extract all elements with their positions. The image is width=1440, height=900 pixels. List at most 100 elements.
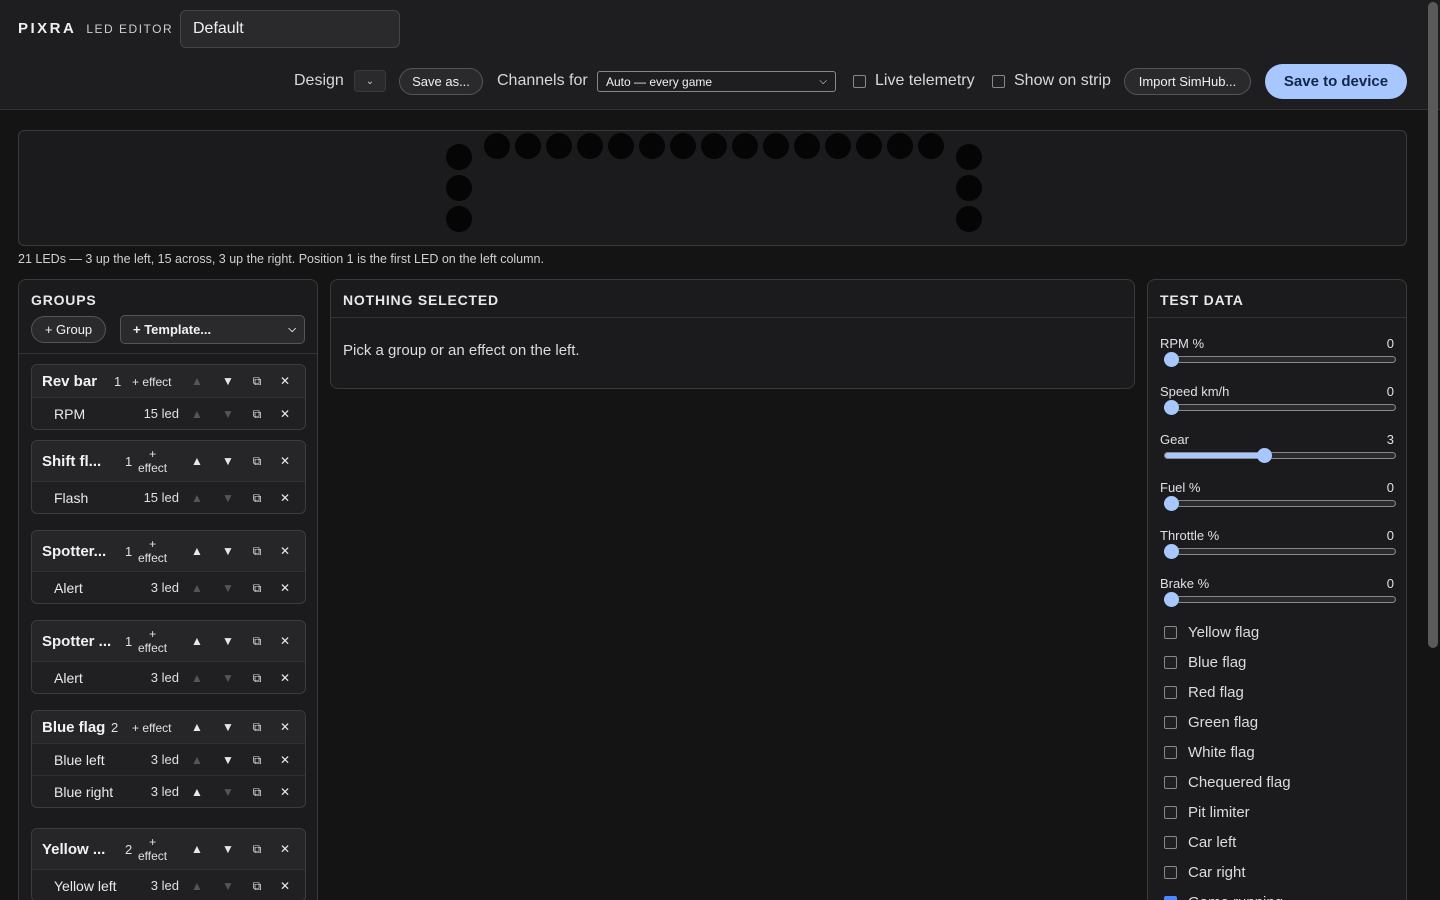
move-down-icon[interactable]: ▼: [221, 374, 235, 388]
group-header[interactable]: Blue flag 2 + effect ▲ ▼ ⧉ ✕: [32, 711, 305, 743]
flag-checkbox[interactable]: [1164, 746, 1177, 759]
flag-toggle[interactable]: Game running: [1164, 894, 1283, 900]
flag-checkbox[interactable]: [1164, 776, 1177, 789]
duplicate-icon[interactable]: ⧉: [250, 842, 264, 857]
delete-icon[interactable]: ✕: [278, 842, 292, 856]
move-down-icon[interactable]: ▼: [221, 785, 235, 799]
flag-toggle[interactable]: Chequered flag: [1164, 774, 1291, 791]
duplicate-icon[interactable]: ⧉: [250, 753, 264, 768]
delete-icon[interactable]: ✕: [278, 407, 292, 421]
delete-icon[interactable]: ✕: [278, 753, 292, 767]
effect-row[interactable]: Alert 3 led ▲ ▼ ⧉ ✕: [32, 661, 305, 693]
live-telemetry-toggle[interactable]: Live telemetry: [853, 72, 975, 90]
slider-track[interactable]: [1164, 400, 1396, 415]
duplicate-icon[interactable]: ⧉: [250, 671, 264, 686]
duplicate-icon[interactable]: ⧉: [250, 785, 264, 800]
delete-icon[interactable]: ✕: [278, 491, 292, 505]
group-header[interactable]: Rev bar 1 + effect ▲ ▼ ⧉ ✕: [32, 365, 305, 397]
flag-checkbox[interactable]: [1164, 836, 1177, 849]
move-up-icon[interactable]: ▲: [190, 785, 204, 799]
add-effect-button[interactable]: + effect: [132, 721, 171, 735]
save-as-button[interactable]: Save as...: [399, 68, 483, 95]
slider-track[interactable]: [1164, 352, 1396, 367]
flag-toggle[interactable]: Yellow flag: [1164, 624, 1259, 641]
duplicate-icon[interactable]: ⧉: [250, 634, 264, 649]
delete-icon[interactable]: ✕: [278, 879, 292, 893]
move-up-icon[interactable]: ▲: [190, 407, 204, 421]
move-down-icon[interactable]: ▼: [221, 720, 235, 734]
flag-checkbox[interactable]: [1164, 866, 1177, 879]
effect-row[interactable]: Yellow left 3 led ▲ ▼ ⧉ ✕: [32, 869, 305, 900]
group-header[interactable]: Shift fl... 1 + effect ▲ ▼ ⧉ ✕: [32, 441, 305, 481]
slider-track[interactable]: [1164, 544, 1396, 559]
duplicate-icon[interactable]: ⧉: [250, 491, 264, 506]
move-down-icon[interactable]: ▼: [221, 407, 235, 421]
add-effect-button[interactable]: + effect: [132, 375, 171, 389]
flag-toggle[interactable]: Pit limiter: [1164, 804, 1250, 821]
flag-checkbox[interactable]: [1164, 806, 1177, 819]
group-name[interactable]: Rev bar: [42, 373, 97, 390]
move-up-icon[interactable]: ▲: [190, 491, 204, 505]
flag-checkbox[interactable]: [1164, 626, 1177, 639]
preset-name-input[interactable]: [180, 10, 400, 48]
move-down-icon[interactable]: ▼: [221, 491, 235, 505]
move-down-icon[interactable]: ▼: [221, 544, 235, 558]
move-down-icon[interactable]: ▼: [221, 634, 235, 648]
flag-toggle[interactable]: Green flag: [1164, 714, 1258, 731]
slider-track[interactable]: [1164, 592, 1396, 607]
move-down-icon[interactable]: ▼: [221, 879, 235, 893]
slider-thumb[interactable]: [1164, 352, 1179, 367]
delete-icon[interactable]: ✕: [278, 374, 292, 388]
move-up-icon[interactable]: ▲: [190, 753, 204, 767]
move-down-icon[interactable]: ▼: [221, 842, 235, 856]
duplicate-icon[interactable]: ⧉: [250, 879, 264, 894]
group-header[interactable]: Yellow ... 2 + effect ▲ ▼ ⧉ ✕: [32, 829, 305, 869]
group-name[interactable]: Yellow ...: [42, 841, 105, 858]
group-name[interactable]: Spotter ...: [42, 633, 111, 650]
move-up-icon[interactable]: ▲: [190, 544, 204, 558]
duplicate-icon[interactable]: ⧉: [250, 407, 264, 422]
move-up-icon[interactable]: ▲: [190, 879, 204, 893]
flag-checkbox[interactable]: [1164, 716, 1177, 729]
move-down-icon[interactable]: ▼: [221, 671, 235, 685]
flag-checkbox[interactable]: [1164, 656, 1177, 669]
flag-checkbox[interactable]: [1164, 686, 1177, 699]
save-to-device-button[interactable]: Save to device: [1265, 64, 1407, 99]
flag-toggle[interactable]: Red flag: [1164, 684, 1244, 701]
slider-track[interactable]: [1164, 496, 1396, 511]
move-up-icon[interactable]: ▲: [190, 454, 204, 468]
flag-toggle[interactable]: White flag: [1164, 744, 1255, 761]
add-group-button[interactable]: + Group: [31, 316, 106, 343]
group-name[interactable]: Shift fl...: [42, 453, 101, 470]
design-select[interactable]: ⌄: [354, 70, 386, 92]
template-select[interactable]: + Template... ⌵: [120, 315, 305, 344]
effect-row[interactable]: RPM 15 led ▲ ▼ ⧉ ✕: [32, 397, 305, 429]
duplicate-icon[interactable]: ⧉: [250, 454, 264, 469]
move-up-icon[interactable]: ▲: [190, 581, 204, 595]
channels-select[interactable]: Auto — every game ⌵: [597, 71, 836, 92]
group-header[interactable]: Spotter ... 1 + effect ▲ ▼ ⧉ ✕: [32, 621, 305, 661]
page-scrollbar[interactable]: [1428, 2, 1438, 648]
duplicate-icon[interactable]: ⧉: [250, 374, 264, 389]
flag-toggle[interactable]: Car left: [1164, 834, 1236, 851]
move-down-icon[interactable]: ▼: [221, 454, 235, 468]
move-down-icon[interactable]: ▼: [221, 581, 235, 595]
slider-thumb[interactable]: [1256, 448, 1272, 463]
effect-row[interactable]: Blue left 3 led ▲ ▼ ⧉ ✕: [32, 743, 305, 775]
add-effect-button[interactable]: + effect: [138, 627, 167, 655]
move-down-icon[interactable]: ▼: [221, 753, 235, 767]
slider-track[interactable]: [1164, 448, 1396, 463]
flag-checkbox[interactable]: [1164, 896, 1177, 900]
effect-row[interactable]: Blue right 3 led ▲ ▼ ⧉ ✕: [32, 775, 305, 807]
flag-toggle[interactable]: Blue flag: [1164, 654, 1246, 671]
move-up-icon[interactable]: ▲: [190, 842, 204, 856]
group-name[interactable]: Blue flag: [42, 719, 105, 736]
show-on-strip-toggle[interactable]: Show on strip: [992, 72, 1111, 90]
delete-icon[interactable]: ✕: [278, 454, 292, 468]
delete-icon[interactable]: ✕: [278, 720, 292, 734]
group-header[interactable]: Spotter... 1 + effect ▲ ▼ ⧉ ✕: [32, 531, 305, 571]
slider-thumb[interactable]: [1164, 496, 1179, 511]
duplicate-icon[interactable]: ⧉: [250, 581, 264, 596]
move-up-icon[interactable]: ▲: [190, 671, 204, 685]
show-on-strip-checkbox[interactable]: [992, 74, 1005, 88]
